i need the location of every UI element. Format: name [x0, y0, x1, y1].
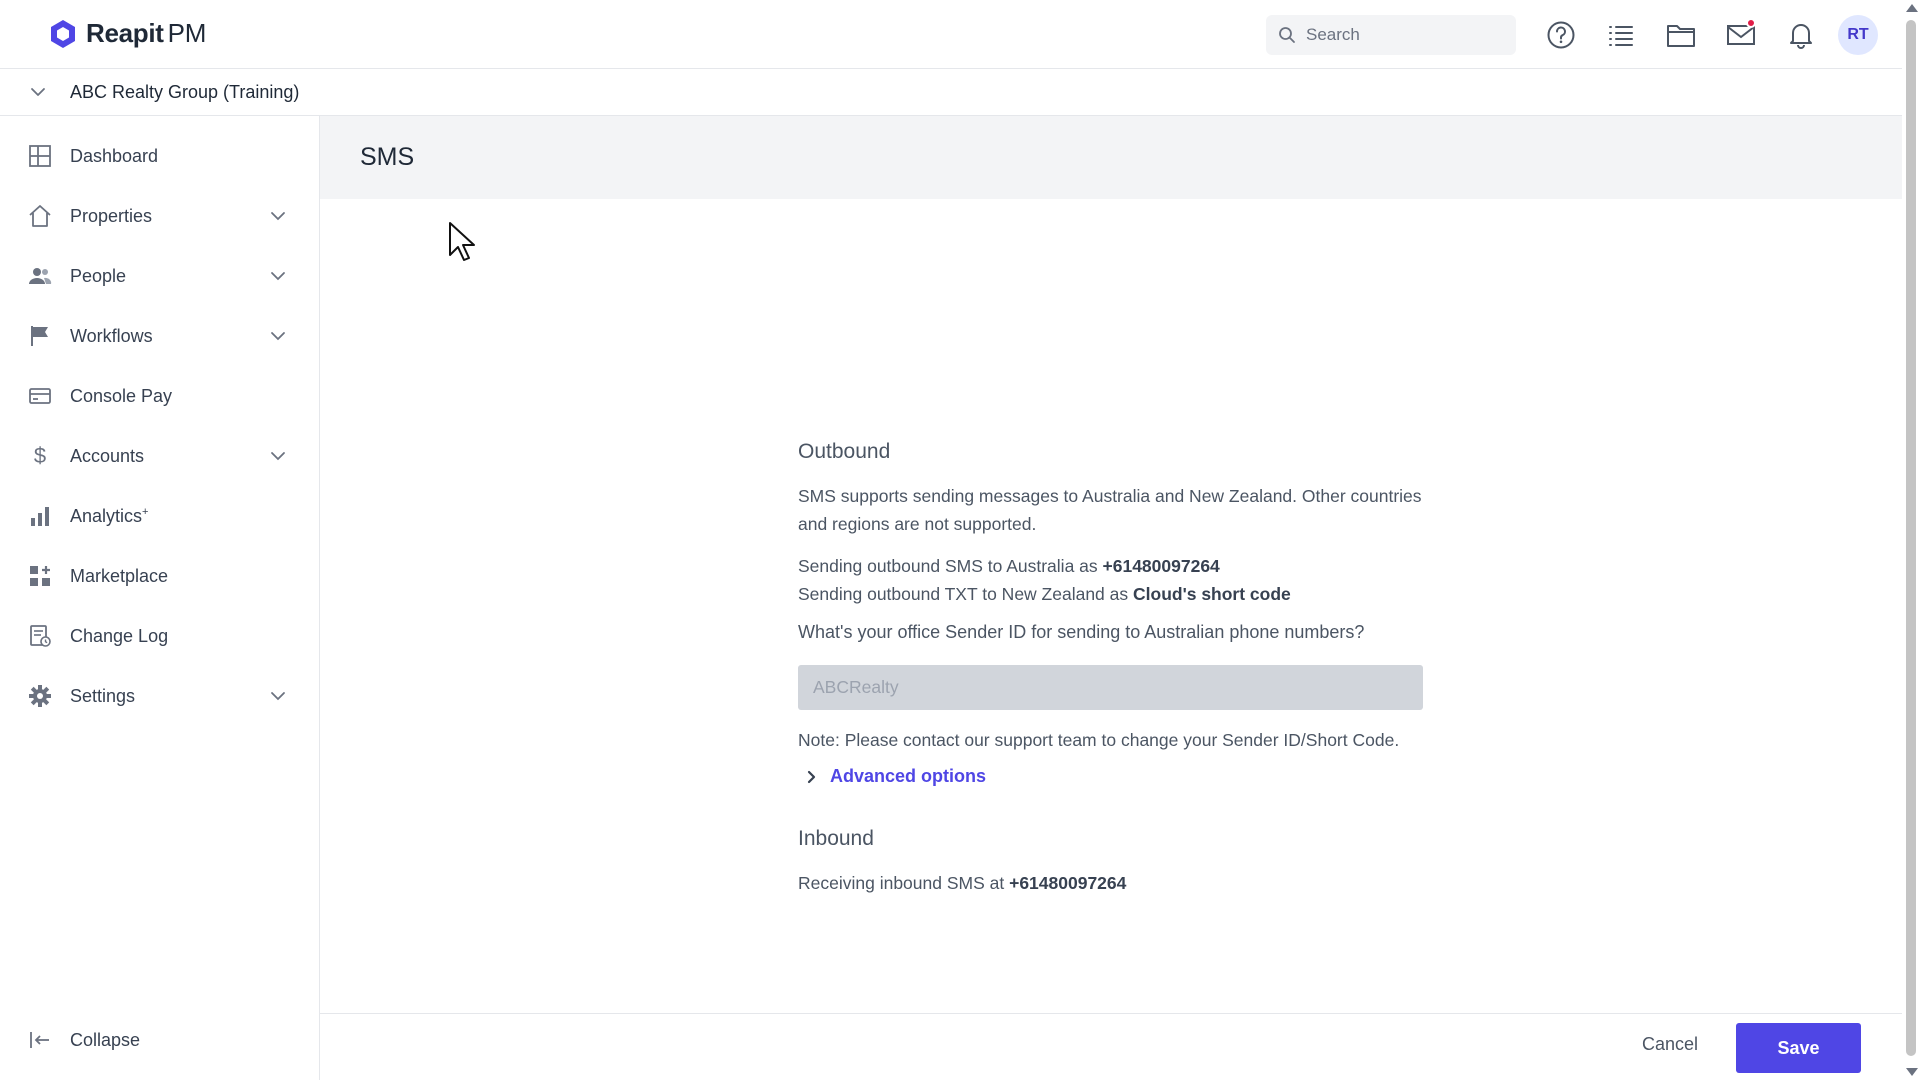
advanced-options-label: Advanced options: [830, 766, 987, 786]
folder-icon: [1667, 25, 1695, 47]
dollar-icon: $: [34, 444, 46, 468]
dashboard-icon: [29, 145, 51, 167]
sidebar-item-label: Workflows: [70, 325, 153, 346]
bar-chart-icon: [31, 507, 49, 526]
search-input[interactable]: [1306, 25, 1496, 45]
sender-id-input[interactable]: [798, 665, 1423, 710]
organisation-selector[interactable]: ABC Realty Group (Training): [0, 69, 1902, 116]
chevron-down-icon[interactable]: [268, 446, 288, 466]
outbound-description: SMS supports sending messages to Austral…: [798, 486, 1422, 534]
gear-icon: [29, 685, 51, 707]
inbound-number: +61480097264: [1009, 873, 1127, 893]
search-icon: [1279, 27, 1295, 43]
sidebar-item-dashboard[interactable]: Dashboard: [0, 132, 319, 180]
form-footer: Cancel Save: [320, 1013, 1902, 1080]
collapse-icon: [30, 1032, 49, 1048]
sidebar-item-properties[interactable]: Properties: [0, 192, 319, 240]
home-icon: [29, 205, 51, 227]
sidebar-item-analytics[interactable]: Analytics+: [0, 492, 319, 540]
top-header: Reapit PM Search RT: [0, 0, 1902, 69]
bell-icon: [1790, 24, 1812, 49]
sidebar-item-label: Dashboard: [70, 145, 159, 166]
scroll-down-arrow-icon[interactable]: [1906, 1068, 1918, 1076]
chevron-down-icon: [31, 88, 45, 96]
list-icon: [1609, 26, 1633, 46]
changelog-icon: [30, 625, 51, 647]
sidebar-item-workflows[interactable]: Workflows: [0, 312, 319, 360]
cancel-button[interactable]: Cancel: [1642, 1034, 1698, 1055]
chevron-down-icon[interactable]: [268, 266, 288, 286]
help-icon: [1547, 21, 1575, 49]
help-button[interactable]: [1544, 18, 1578, 52]
advanced-options-toggle[interactable]: Advanced options: [806, 766, 1438, 787]
product-name: PM: [167, 18, 207, 48]
sms-settings-panel: Outbound SMS supports sending messages t…: [798, 440, 1438, 897]
au-sender-number: +61480097264: [1102, 556, 1220, 576]
svg-text:$: $: [34, 444, 46, 468]
card-icon: [29, 388, 51, 404]
files-button[interactable]: [1664, 18, 1698, 52]
sidebar-item-accounts[interactable]: $ Accounts: [0, 432, 319, 480]
sidebar-item-console-pay[interactable]: Console Pay: [0, 372, 319, 420]
sender-id-note: Note: Please contact our support team to…: [798, 730, 1400, 750]
notifications-button[interactable]: [1784, 18, 1818, 52]
outbound-title: Outbound: [798, 440, 891, 463]
sidebar-item-settings[interactable]: Settings: [0, 672, 319, 720]
chevron-down-icon[interactable]: [268, 686, 288, 706]
organisation-name: ABC Realty Group (Training): [70, 81, 300, 102]
inbound-title: Inbound: [798, 827, 874, 850]
sidebar-item-label: Properties: [70, 205, 153, 226]
people-icon: [29, 268, 52, 284]
page-header: SMS: [320, 116, 1902, 199]
mail-button[interactable]: [1724, 18, 1758, 52]
sidebar-item-marketplace[interactable]: Marketplace: [0, 552, 319, 600]
brand-name: Reapit: [86, 18, 164, 48]
sidebar-item-label: Console Pay: [70, 385, 173, 406]
inbound-line: Receiving inbound SMS at +61480097264: [798, 873, 1127, 893]
collapse-label: Collapse: [70, 1029, 141, 1050]
user-avatar[interactable]: RT: [1838, 15, 1878, 55]
reapit-logo-icon: [51, 19, 75, 48]
sidebar-item-change-log[interactable]: Change Log: [0, 612, 319, 660]
outbound-nz-line: Sending outbound TXT to New Zealand as C…: [798, 584, 1291, 604]
sidebar-item-label: Change Log: [70, 625, 169, 646]
sidebar-item-label: Marketplace: [70, 565, 169, 586]
flag-icon: [31, 326, 48, 346]
reapit-logo[interactable]: Reapit PM: [50, 18, 206, 49]
sidebar-item-label: People: [70, 265, 127, 286]
chevron-right-icon: [807, 770, 816, 783]
sidebar-item-label: Settings: [70, 685, 136, 706]
page-title: SMS: [360, 143, 415, 171]
chevron-down-icon[interactable]: [268, 326, 288, 346]
page-scrollbar[interactable]: [1902, 0, 1920, 1080]
save-button[interactable]: Save: [1736, 1023, 1861, 1073]
nz-sender-value: Cloud's short code: [1133, 584, 1291, 604]
scroll-thumb[interactable]: [1906, 20, 1916, 1056]
apps-icon: [30, 566, 50, 586]
mail-notification-dot: [1746, 18, 1756, 28]
scroll-up-arrow-icon[interactable]: [1906, 4, 1918, 12]
tasks-button[interactable]: [1604, 18, 1638, 52]
search-box[interactable]: [1266, 15, 1516, 55]
sidebar: Dashboard Properties People Workflows Co…: [0, 116, 320, 1080]
sidebar-item-label: Accounts: [70, 445, 145, 466]
sender-id-question: What's your office Sender ID for sending…: [798, 622, 1365, 642]
sidebar-item-label: Analytics+: [70, 505, 149, 526]
mouse-cursor-icon: [449, 222, 475, 261]
outbound-au-line: Sending outbound SMS to Australia as +61…: [798, 556, 1220, 576]
sidebar-item-people[interactable]: People: [0, 252, 319, 300]
collapse-sidebar-button[interactable]: Collapse: [0, 1016, 319, 1064]
chevron-down-icon[interactable]: [268, 206, 288, 226]
